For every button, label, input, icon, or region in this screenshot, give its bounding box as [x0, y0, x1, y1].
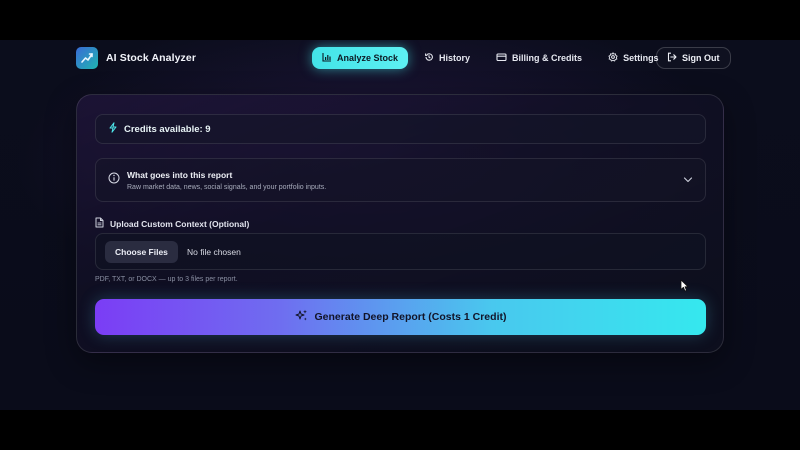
mouse-cursor-icon	[680, 279, 689, 297]
bar-chart-icon	[322, 52, 332, 64]
accordion-title: What goes into this report	[127, 170, 233, 180]
chevron-down-icon[interactable]	[683, 171, 693, 189]
choose-files-button[interactable]: Choose Files	[105, 241, 178, 263]
sparkles-icon	[295, 309, 308, 325]
credit-card-icon	[496, 52, 507, 64]
generate-report-button[interactable]: Generate Deep Report (Costs 1 Credit)	[95, 299, 706, 335]
nav-label: History	[439, 53, 471, 63]
upload-label: Upload Custom Context (Optional)	[95, 217, 249, 230]
analyze-card: Credits available: 9 What goes into this…	[76, 94, 724, 353]
upload-hint: PDF, TXT, or DOCX — up to 3 files per re…	[95, 276, 238, 283]
nav-billing-credits[interactable]: Billing & Credits	[486, 47, 592, 69]
history-icon	[424, 52, 434, 64]
nav-label: Billing & Credits	[512, 53, 583, 63]
credits-banner: Credits available: 9	[95, 114, 706, 144]
upload-label-text: Upload Custom Context (Optional)	[110, 218, 250, 229]
credits-text: Credits available: 9	[124, 123, 211, 135]
chart-up-icon	[76, 47, 98, 69]
info-icon	[108, 171, 120, 189]
app-title: AI Stock Analyzer	[106, 52, 197, 64]
app-window: AI Stock Analyzer Analyze Stock History …	[0, 40, 800, 410]
sign-out-button[interactable]: Sign Out	[656, 47, 731, 69]
nav-label: Analyze Stock	[337, 53, 399, 63]
main-nav: Analyze Stock History Billing & Credits	[312, 47, 669, 69]
nav-label: Settings	[623, 53, 659, 63]
file-icon	[95, 217, 104, 230]
gear-icon	[608, 52, 618, 64]
nav-analyze-stock[interactable]: Analyze Stock	[312, 47, 409, 69]
file-status: No file chosen	[187, 247, 241, 257]
logout-icon	[667, 52, 677, 64]
file-input[interactable]: Choose Files No file chosen	[95, 233, 706, 270]
report-info-accordion[interactable]: What goes into this report Raw market da…	[95, 158, 706, 202]
sign-out-label: Sign Out	[682, 53, 720, 63]
nav-history[interactable]: History	[414, 47, 480, 69]
generate-label: Generate Deep Report (Costs 1 Credit)	[314, 311, 507, 323]
accordion-subtitle: Raw market data, news, social signals, a…	[127, 184, 327, 191]
lightning-icon	[108, 122, 118, 136]
